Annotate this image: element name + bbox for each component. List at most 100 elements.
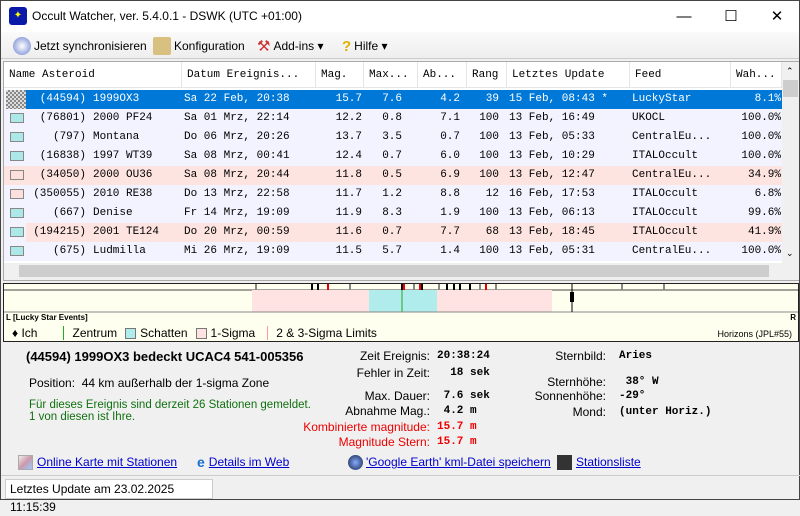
cell-date: Sa 22 Feb, 20:38 <box>184 93 290 105</box>
cell-rang: 100 <box>479 169 499 181</box>
cell-feed: ITALOccult <box>632 207 699 219</box>
asteroid-name: Denise <box>93 207 133 219</box>
table-row[interactable]: (34050) 2000 OU36 Sa 08 Mrz, 20:44 11.8 0.5 6… <box>4 166 782 185</box>
scroll-up-icon[interactable]: ⌃ <box>786 66 794 77</box>
sync-button[interactable]: Jetzt synchronisieren <box>13 36 147 56</box>
table-row[interactable]: (350055) 2010 RE38 Do 13 Mrz, 22:58 11.7 1.2… <box>4 185 782 204</box>
cell-ab: 0.7 <box>440 131 460 143</box>
cell-max: 5.7 <box>382 245 402 257</box>
cell-update: 13 Feb, 16:49 <box>509 112 595 124</box>
cell-mag: 11.9 <box>335 207 362 219</box>
field-value: 38° W <box>619 376 659 388</box>
table-row[interactable]: (76801) 2000 PF24 Sa 01 Mrz, 22:14 12.2 0.8 7… <box>4 109 782 128</box>
asteroid-number: (797) <box>52 131 86 143</box>
cell-update: 13 Feb, 10:29 <box>509 150 595 162</box>
cell-date: Fr 14 Mrz, 19:09 <box>184 207 290 219</box>
app-icon: ✦ <box>9 7 27 25</box>
field-label: Mond: <box>572 405 606 419</box>
cell-ab: 6.0 <box>440 150 460 162</box>
cell-rang: 100 <box>479 150 499 162</box>
map-icon <box>18 455 33 470</box>
help-menu[interactable]: ? Hilfe ▾ <box>342 36 388 56</box>
toolbar: Jetzt synchronisieren Konfiguration ⚒ Add… <box>1 32 799 59</box>
table-row[interactable]: (675) Ludmilla Mi 26 Mrz, 19:09 11.5 5.7 1.4 1… <box>4 242 782 261</box>
status-swatch <box>10 113 24 123</box>
close-button[interactable]: ✕ <box>754 1 800 32</box>
table-row[interactable]: (797) Montana Do 06 Mrz, 20:26 13.7 3.5 0.7 10… <box>4 128 782 147</box>
link-online-map[interactable]: Online Karte mit Stationen <box>18 455 177 470</box>
cell-max: 7.6 <box>382 93 402 105</box>
field-label: Sonnenhöhe: <box>534 389 606 403</box>
table-row[interactable]: (44594) 1999OX3 Sa 22 Feb, 20:38 15.7 7.6 4.2… <box>4 90 782 109</box>
legend-center: Zentrum <box>63 326 117 340</box>
status-swatch <box>10 132 24 142</box>
table-row[interactable]: (667) Denise Fr 14 Mrz, 19:09 11.9 8.3 1.9 100… <box>4 204 782 223</box>
cell-feed: LuckyStar <box>632 93 692 105</box>
scroll-thumb[interactable] <box>783 80 798 97</box>
cell-feed: ITALOccult <box>632 150 699 162</box>
legend-me: ♦ Ich <box>12 326 38 340</box>
column-header[interactable]: Feed <box>630 62 731 88</box>
asteroid-number: (34050) <box>39 169 86 181</box>
event-details: (44594) 1999OX3 bedeckt UCAC4 541-005356… <box>1 342 800 477</box>
table-row[interactable]: (16838) 1997 WT39 Sa 08 Mrz, 00:41 12.4 0.7 6… <box>4 147 782 166</box>
asteroid-name: 1999OX3 <box>93 93 140 105</box>
asteroid-name: 2000 PF24 <box>93 112 153 124</box>
cell-feed: ITALOccult <box>632 188 699 200</box>
legend-sigma23: 2 & 3-Sigma Limits <box>267 326 377 340</box>
column-header[interactable]: Mag. <box>316 62 364 88</box>
column-header[interactable]: Rang <box>467 62 507 88</box>
cell-date: Do 13 Mrz, 22:58 <box>184 188 290 200</box>
field-label: Sternhöhe: <box>547 375 606 389</box>
sync-icon <box>13 37 31 55</box>
field-value: 15.7 m <box>437 421 477 433</box>
cell-date: Sa 08 Mrz, 00:41 <box>184 150 290 162</box>
my-station-marker <box>570 292 574 302</box>
asteroid-name: Montana <box>93 131 140 143</box>
minimize-button[interactable]: — <box>661 1 707 32</box>
addins-menu[interactable]: ⚒ Add-ins ▾ <box>257 36 324 56</box>
cell-rang: 68 <box>485 226 499 238</box>
cell-wah: 100.0% <box>741 112 781 124</box>
chart-source: [Lucky Star Events] <box>12 313 88 322</box>
table-header: Name Asteroid Datum Ereignis... Mag. Max...… <box>4 62 782 88</box>
cell-ab: 7.7 <box>440 226 460 238</box>
column-header[interactable]: Ab... <box>418 62 467 88</box>
addins-label: Add-ins ▾ <box>273 39 324 53</box>
vertical-scrollbar[interactable]: ⌃ ⌄ <box>782 62 799 263</box>
maximize-button[interactable]: ☐ <box>708 1 754 32</box>
help-icon: ? <box>342 37 352 55</box>
asteroid-number: (675) <box>52 245 86 257</box>
column-header[interactable]: Wah... <box>731 62 782 88</box>
cell-mag: 11.5 <box>335 245 362 257</box>
cell-update: 13 Feb, 06:13 <box>509 207 595 219</box>
horizontal-scrollbar[interactable] <box>4 263 799 280</box>
column-header[interactable]: Name Asteroid <box>4 62 182 88</box>
column-header[interactable]: Letztes Update <box>507 62 630 88</box>
legend-shadow-swatch <box>125 327 137 339</box>
config-button[interactable]: Konfiguration <box>153 36 245 56</box>
cell-rang: 100 <box>479 131 499 143</box>
config-icon <box>153 37 171 55</box>
link-station-list[interactable]: Stationsliste <box>557 455 641 470</box>
cell-rang: 12 <box>485 188 499 200</box>
window-title: Occult Watcher, ver. 5.4.0.1 - DSWK (UTC… <box>32 9 302 23</box>
asteroid-table: Name Asteroid Datum Ereignis... Mag. Max...… <box>3 61 799 281</box>
asteroid-name: 2010 RE38 <box>93 188 153 200</box>
cell-rang: 39 <box>485 93 499 105</box>
cell-date: Do 20 Mrz, 00:59 <box>184 226 290 238</box>
column-header[interactable]: Datum Ereignis... <box>182 62 316 88</box>
legend-sigma1: 1-Sigma <box>210 326 256 340</box>
link-google-earth[interactable]: 'Google Earth' kml-Datei speichern <box>348 455 551 470</box>
scroll-down-icon[interactable]: ⌄ <box>786 248 794 259</box>
link-details-web[interactable]: e Details im Web <box>197 455 289 470</box>
sync-label: Jetzt synchronisieren <box>34 39 147 53</box>
cell-ab: 8.8 <box>440 188 460 200</box>
column-header[interactable]: Max... <box>364 62 418 88</box>
event-title: (44594) 1999OX3 bedeckt UCAC4 541-005356 <box>26 349 304 364</box>
table-row[interactable]: (194215) 2001 TE124 Do 20 Mrz, 00:59 11.6 0.… <box>4 223 782 242</box>
hscroll-thumb[interactable] <box>19 265 769 277</box>
asteroid-number: (350055) <box>33 188 86 200</box>
cell-max: 0.5 <box>382 169 402 181</box>
stations-info: Für dieses Ereignis sind derzeit 26 Stat… <box>29 399 311 423</box>
